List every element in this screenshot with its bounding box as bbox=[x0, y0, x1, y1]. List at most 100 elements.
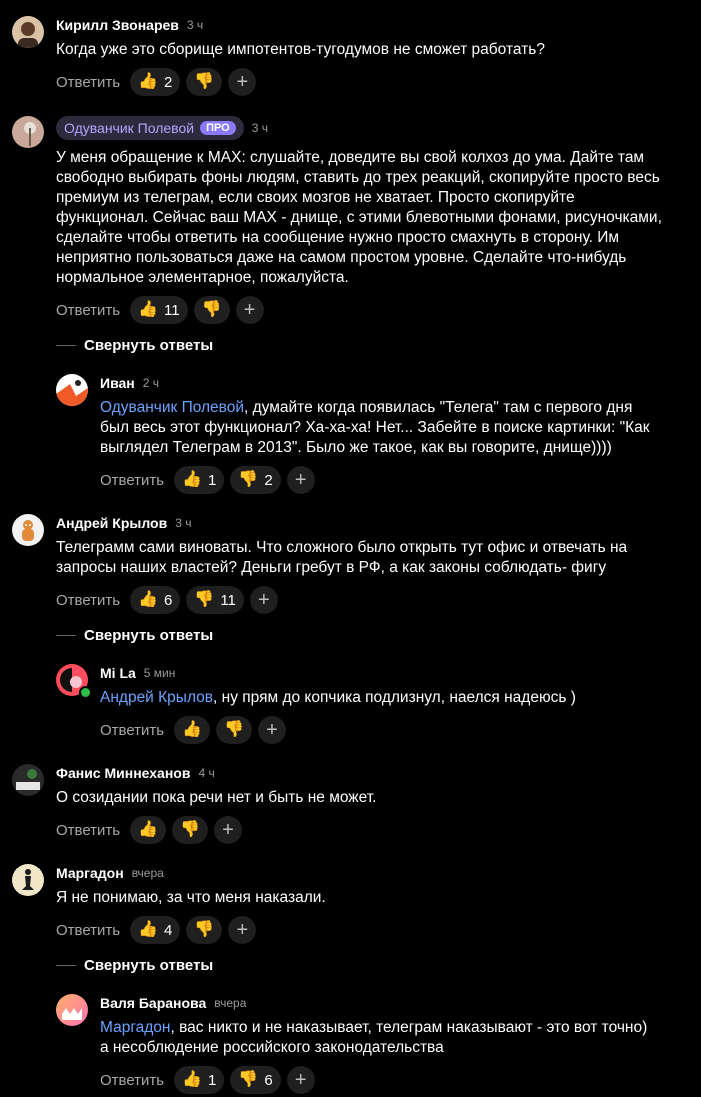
avatar[interactable] bbox=[12, 16, 44, 48]
mention-link[interactable]: Маргадон bbox=[100, 1019, 170, 1036]
author-name[interactable]: Кирилл Звонарев bbox=[56, 17, 179, 33]
author-name[interactable]: Андрей Крылов bbox=[56, 515, 167, 531]
like-button[interactable]: 👍 11 bbox=[130, 296, 188, 324]
like-button[interactable]: 👍 2 bbox=[130, 68, 181, 96]
reply-button[interactable]: Ответить bbox=[56, 922, 120, 939]
like-button[interactable]: 👍 bbox=[130, 816, 167, 844]
avatar[interactable] bbox=[56, 374, 88, 406]
dislike-button[interactable]: 👎 bbox=[186, 916, 223, 944]
dislike-count: 2 bbox=[264, 471, 273, 489]
thumbs-down-icon: 👎 bbox=[238, 1071, 259, 1088]
add-reaction-button[interactable]: + bbox=[228, 68, 257, 96]
timestamp: 5 мин bbox=[143, 666, 176, 680]
like-button[interactable]: 👍 1 bbox=[174, 466, 225, 494]
comment-text: У меня обращение к MAX: слушайте, доведи… bbox=[56, 148, 662, 288]
author-name[interactable]: Маргадон bbox=[56, 865, 124, 881]
dislike-button[interactable]: 👎 11 bbox=[186, 586, 244, 614]
avatar[interactable] bbox=[56, 994, 88, 1026]
thumbs-down-icon: 👎 bbox=[194, 921, 215, 938]
comment-body: Когда уже это сборище импотентов-тугодум… bbox=[56, 41, 545, 58]
comment-header: Одуванчик Полевой ПРО 3 ч bbox=[56, 116, 268, 140]
like-count: 2 bbox=[164, 73, 173, 91]
dislike-button[interactable]: 👎 bbox=[172, 816, 208, 844]
author-name[interactable]: Фанис Миннеханов bbox=[56, 765, 190, 781]
thumbs-up-icon: 👍 bbox=[138, 591, 159, 608]
like-button[interactable]: 👍 6 bbox=[130, 586, 181, 614]
comment-header: Иван 2 ч bbox=[100, 372, 159, 394]
author-name[interactable]: Mi La bbox=[100, 665, 136, 681]
like-count: 1 bbox=[208, 1071, 217, 1089]
dislike-button[interactable]: 👎 bbox=[216, 716, 252, 744]
comment-text: О созидании пока речи нет и быть не може… bbox=[56, 788, 376, 808]
thumbs-down-icon: 👎 bbox=[180, 821, 200, 838]
mention-link[interactable]: Андрей Крылов bbox=[100, 689, 213, 706]
mention-link[interactable]: Одуванчик Полевой bbox=[100, 399, 244, 416]
comment-body: , вас никто и не наказывает, телеграм на… bbox=[100, 1019, 648, 1056]
like-button[interactable]: 👍 bbox=[174, 716, 211, 744]
add-reaction-button[interactable]: + bbox=[228, 916, 257, 944]
like-count: 4 bbox=[164, 921, 173, 939]
dislike-button[interactable]: 👎 2 bbox=[230, 466, 281, 494]
dislike-button[interactable]: 👎 bbox=[186, 68, 223, 96]
collapse-line bbox=[56, 634, 76, 636]
avatar[interactable] bbox=[12, 514, 44, 546]
avatar[interactable] bbox=[12, 864, 44, 896]
dislike-count: 6 bbox=[264, 1071, 273, 1089]
timestamp: 3 ч bbox=[251, 121, 268, 135]
add-reaction-button[interactable]: + bbox=[213, 816, 242, 844]
reply-button[interactable]: Ответить bbox=[56, 74, 120, 91]
timestamp: вчера bbox=[214, 996, 247, 1010]
timestamp: 3 ч bbox=[186, 18, 204, 32]
thumbs-up-icon: 👍 bbox=[182, 721, 203, 738]
comment-header: Mi La 5 мин bbox=[100, 662, 175, 684]
dislike-button[interactable]: 👎 bbox=[193, 296, 230, 324]
reply-button[interactable]: Ответить bbox=[56, 822, 120, 839]
comment-header: Фанис Миннеханов 4 ч bbox=[56, 762, 215, 784]
comment-actions: Ответить 👍 2 👎 + bbox=[56, 68, 257, 96]
comment-actions: Ответить 👍 6 👎 11 + bbox=[56, 586, 278, 614]
comment-body: , ну прям до копчика подлизнул, наелся н… bbox=[213, 689, 576, 706]
thumbs-down-icon: 👎 bbox=[201, 301, 222, 318]
avatar[interactable] bbox=[12, 116, 44, 148]
thumbs-up-icon: 👍 bbox=[138, 821, 159, 838]
reply-button[interactable]: Ответить bbox=[100, 722, 164, 739]
collapse-replies-button[interactable]: Свернуть ответы bbox=[56, 954, 213, 976]
add-reaction-button[interactable]: + bbox=[286, 1066, 315, 1094]
timestamp: вчера bbox=[131, 866, 164, 880]
reply-button[interactable]: Ответить bbox=[56, 592, 120, 609]
author-name: Одуванчик Полевой bbox=[64, 120, 195, 136]
add-reaction-button[interactable]: + bbox=[235, 296, 264, 324]
comment-text: Маргадон, вас никто и не наказывает, тел… bbox=[100, 1018, 647, 1058]
like-button[interactable]: 👍 4 bbox=[130, 916, 181, 944]
timestamp: 4 ч bbox=[198, 766, 215, 780]
comment-body: Телеграмм сами виноваты. Что сложного бы… bbox=[56, 539, 628, 576]
reply-button[interactable]: Ответить bbox=[56, 302, 120, 319]
avatar[interactable] bbox=[12, 764, 44, 796]
reply-button[interactable]: Ответить bbox=[100, 472, 164, 489]
add-reaction-button[interactable]: + bbox=[286, 466, 315, 494]
add-reaction-button[interactable]: + bbox=[249, 586, 278, 614]
comment-actions: Ответить 👍 1 👎 6 + bbox=[100, 1066, 315, 1094]
comment-actions: Ответить 👍 1 👎 2 + bbox=[100, 466, 315, 494]
dislike-button[interactable]: 👎 6 bbox=[230, 1066, 281, 1094]
comment-actions: Ответить 👍 👎 + bbox=[56, 816, 242, 844]
comment-body: У меня обращение к MAX: слушайте, доведи… bbox=[56, 149, 662, 286]
like-button[interactable]: 👍 1 bbox=[174, 1066, 225, 1094]
author-name[interactable]: Валя Баранова bbox=[100, 995, 206, 1011]
collapse-replies-button[interactable]: Свернуть ответы bbox=[56, 624, 213, 646]
collapse-label: Свернуть ответы bbox=[84, 956, 214, 974]
like-count: 6 bbox=[164, 591, 173, 609]
add-reaction-button[interactable]: + bbox=[257, 716, 286, 744]
comment-header: Кирилл Звонарев 3 ч bbox=[56, 14, 203, 36]
author-name[interactable]: Иван bbox=[100, 375, 135, 391]
thumbs-up-icon: 👍 bbox=[138, 73, 159, 90]
thumbs-down-icon: 👎 bbox=[194, 73, 215, 90]
reply-button[interactable]: Ответить bbox=[100, 1072, 164, 1089]
author-pill[interactable]: Одуванчик Полевой ПРО bbox=[56, 116, 244, 140]
collapse-replies-button[interactable]: Свернуть ответы bbox=[56, 334, 213, 356]
pro-badge: ПРО bbox=[200, 121, 236, 135]
comment-text: Когда уже это сборище импотентов-тугодум… bbox=[56, 40, 545, 60]
comments-feed: Кирилл Звонарев 3 ч Когда уже это сборищ… bbox=[0, 0, 701, 1097]
online-indicator bbox=[79, 686, 92, 699]
thumbs-up-icon: 👍 bbox=[138, 921, 159, 938]
